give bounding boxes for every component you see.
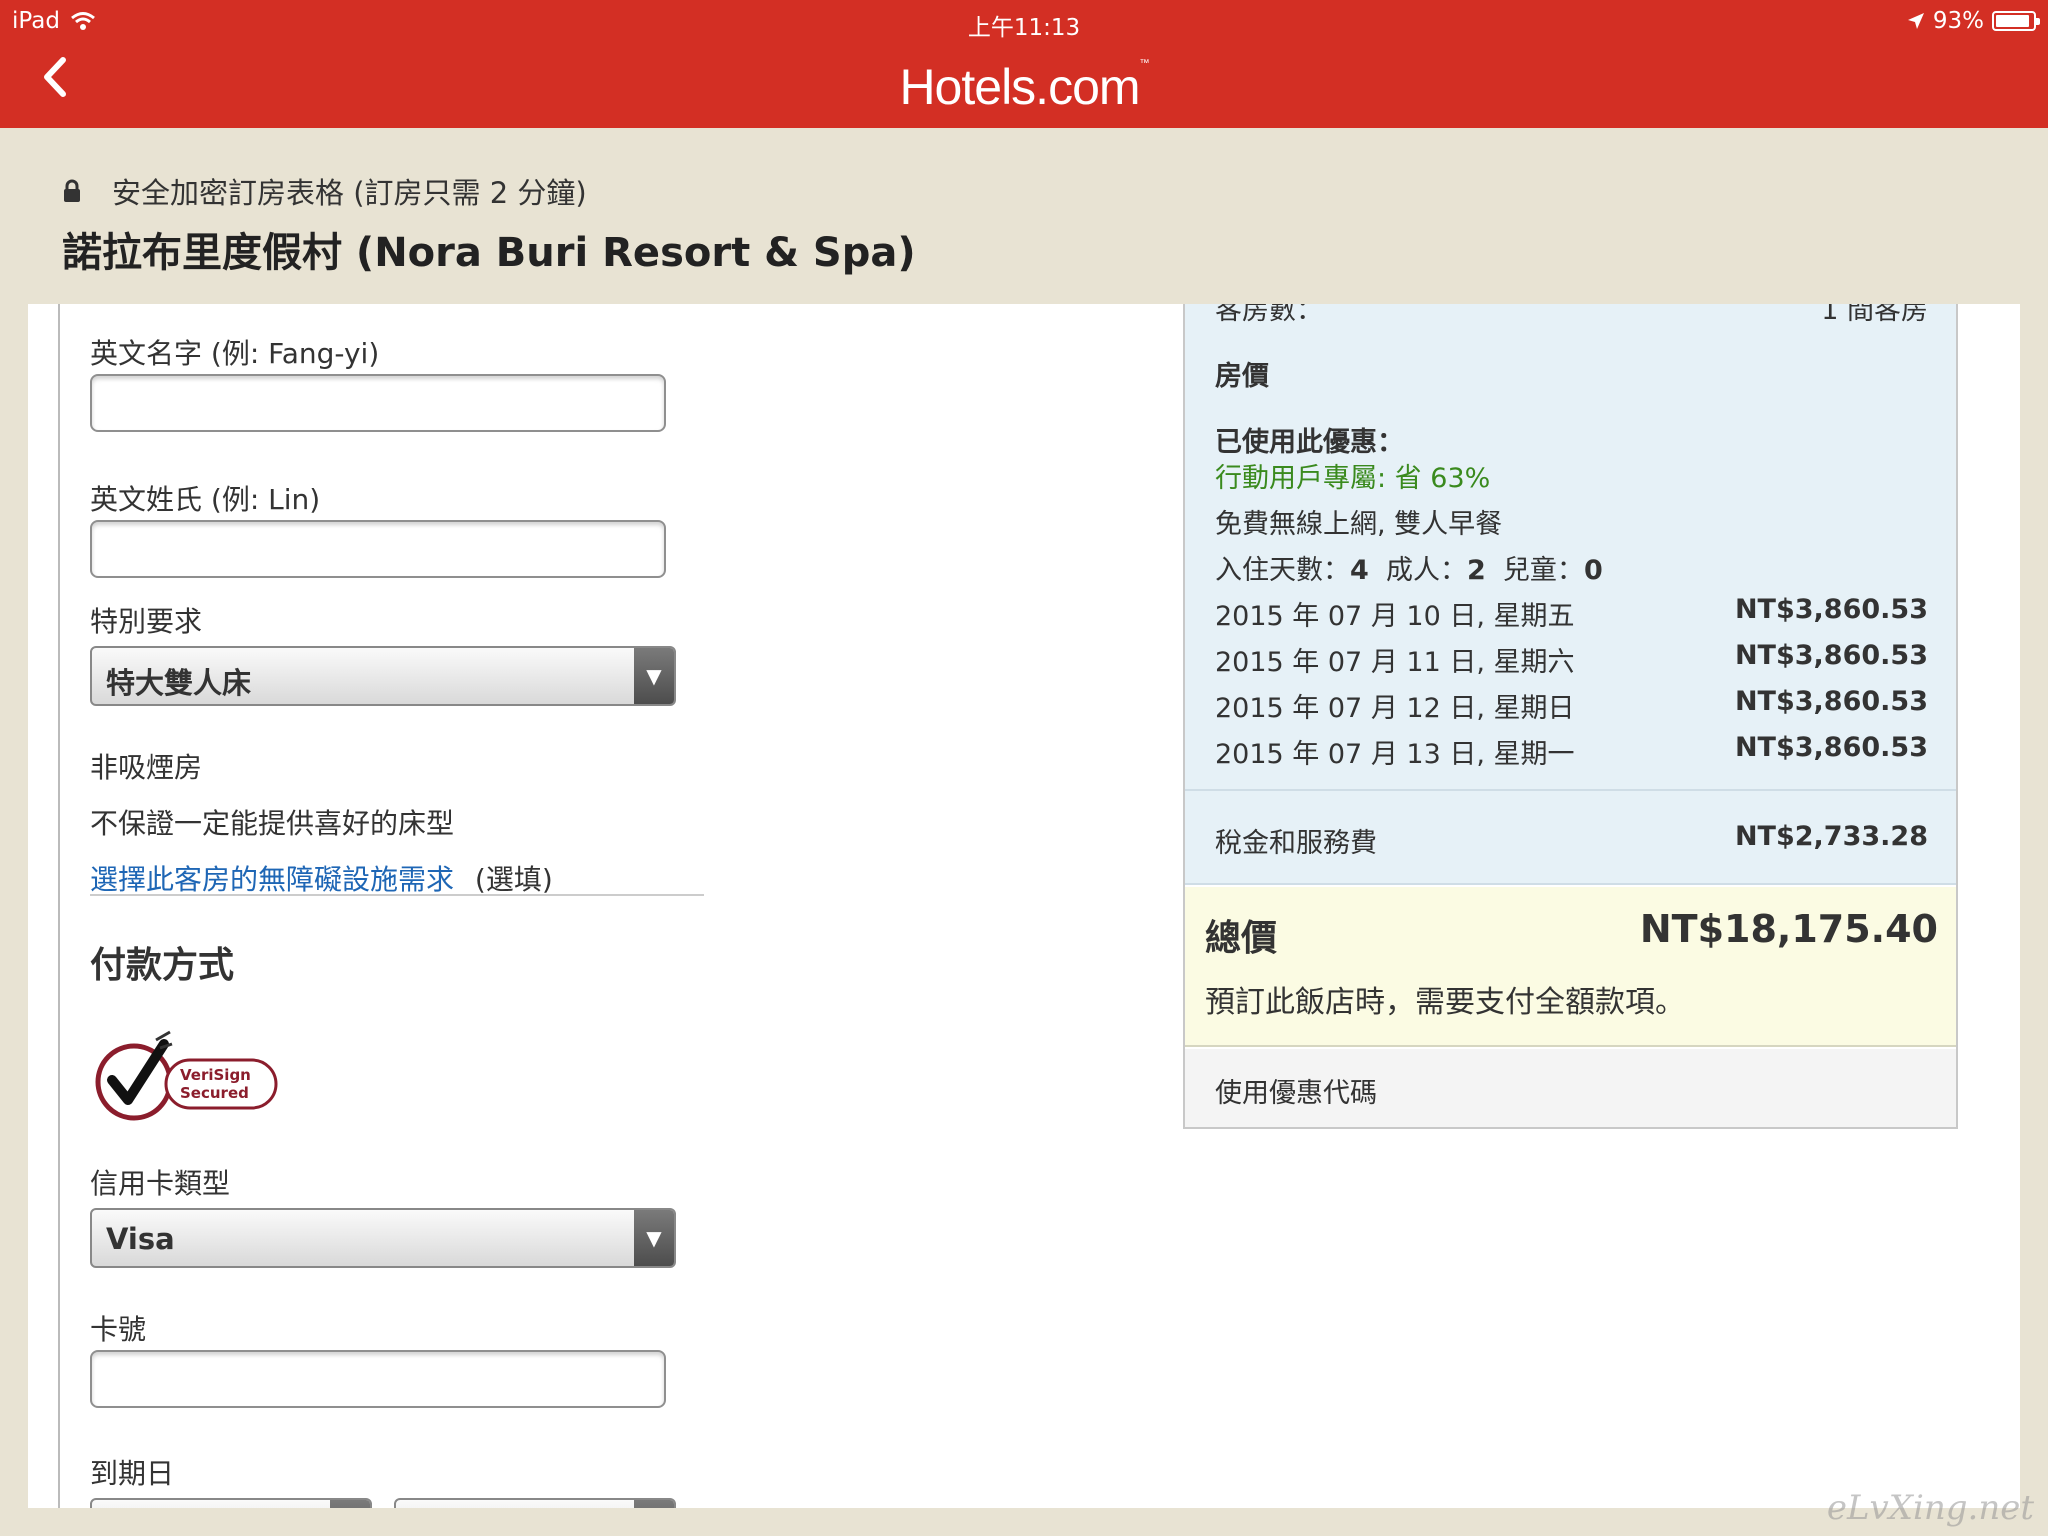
last-name-input[interactable]	[90, 520, 666, 578]
hotel-name: 諾拉布里度假村 (Nora Buri Resort & Spa)	[62, 230, 916, 276]
accessibility-link[interactable]: 選擇此客房的無障礙設施需求	[90, 863, 454, 896]
expiry-month-select[interactable]	[90, 1498, 372, 1508]
booking-panel: 英文名字 (例: Fang-yi) 英文姓氏 (例: Lin) 特別要求 特大雙…	[28, 304, 2020, 1508]
secure-form-text: 安全加密訂房表格 (訂房只需 2 分鐘)	[112, 176, 587, 210]
card-number-input[interactable]	[90, 1350, 666, 1408]
secure-form-line: 安全加密訂房表格 (訂房只需 2 分鐘)	[62, 170, 587, 212]
status-right: 93%	[1907, 8, 2040, 34]
watermark: eLvXing.net	[1826, 1488, 2034, 1528]
first-name-label: 英文名字 (例: Fang-yi)	[90, 337, 380, 370]
coupon-link[interactable]: 使用優惠代碼	[1215, 1071, 1377, 1110]
battery-fill	[1996, 15, 2029, 27]
last-name-label: 英文姓氏 (例: Lin)	[90, 483, 321, 516]
dropdown-arrow-icon	[634, 1500, 674, 1508]
total-section: 總價 NT$18,175.40 預訂此飯店時，需要支付全額款項。	[1185, 887, 1956, 1047]
night-price-1: NT$3,860.53	[1734, 594, 1928, 625]
location-arrow-icon	[1907, 13, 1924, 29]
room-price-label: 房價	[1215, 361, 1269, 392]
non-smoking-text: 非吸煙房	[90, 751, 203, 784]
special-request-select[interactable]: 特大雙人床 ▼	[90, 646, 676, 706]
promo-name: 行動用戶專屬: 省 63%	[1215, 463, 1491, 494]
night-date-1: 2015 年 07 月 10 日, 星期五	[1215, 601, 1575, 632]
total-label: 總價	[1205, 918, 1278, 959]
status-time: 上午11:13	[967, 15, 1081, 41]
expiry-year-select[interactable]	[394, 1498, 676, 1508]
hotels-logo: Hotels.com™	[899, 58, 1149, 115]
amenities-text: 免費無線上網, 雙人早餐	[1215, 509, 1503, 540]
battery-icon	[1992, 11, 2040, 31]
verisign-seal: VeriSign Secured	[94, 1030, 284, 1126]
tax-label: 稅金和服務費	[1215, 828, 1377, 859]
verisign-line1: VeriSign	[180, 1066, 251, 1084]
card-type-value: Visa	[106, 1222, 175, 1256]
bed-disclaimer: 不保證一定能提供喜好的床型	[90, 807, 455, 840]
stay-details: 入住天數：4 成人：2 兒童：0	[1215, 555, 1603, 586]
total-value: NT$18,175.40	[1639, 907, 1938, 951]
night-price-3: NT$3,860.53	[1734, 686, 1928, 717]
payment-note: 預訂此飯店時，需要支付全額款項。	[1205, 985, 1685, 1020]
dropdown-arrow-icon: ▼	[634, 648, 674, 704]
verisign-line2: Secured	[180, 1084, 249, 1102]
coupon-row: 使用優惠代碼	[1185, 1049, 1956, 1127]
special-request-value: 特大雙人床	[106, 666, 252, 700]
dropdown-arrow-icon	[330, 1500, 370, 1508]
card-number-label: 卡號	[90, 1313, 147, 1346]
dropdown-arrow-icon: ▼	[634, 1210, 674, 1266]
divider	[90, 894, 704, 896]
tax-row: 稅金和服務費 NT$2,733.28	[1185, 789, 1956, 885]
room-price-section: 客房數： 1 間客房 房價 已使用此優惠： 行動用戶專屬: 省 63% 免費無線…	[1185, 304, 1956, 789]
special-request-label: 特別要求	[90, 605, 203, 638]
card-type-label: 信用卡類型	[90, 1167, 231, 1200]
top-bar: iPad 上午11:13 93% Hotels.com™	[0, 0, 2048, 128]
rooms-label: 客房數：	[1215, 304, 1323, 326]
price-summary: 客房數： 1 間客房 房價 已使用此優惠： 行動用戶專屬: 省 63% 免費無線…	[1183, 304, 1958, 1129]
card-type-select[interactable]: Visa ▼	[90, 1208, 676, 1268]
expiry-label: 到期日	[90, 1457, 175, 1490]
night-date-3: 2015 年 07 月 12 日, 星期日	[1215, 693, 1575, 724]
night-price-2: NT$3,860.53	[1734, 640, 1928, 671]
payment-title: 付款方式	[90, 945, 235, 986]
night-date-2: 2015 年 07 月 11 日, 星期六	[1215, 647, 1575, 678]
lock-icon	[64, 179, 80, 202]
battery-percent: 93%	[1932, 8, 1984, 34]
accessibility-row: 選擇此客房的無障礙設施需求 (選填)	[90, 858, 553, 898]
optional-text: (選填)	[474, 863, 553, 896]
night-date-4: 2015 年 07 月 13 日, 星期一	[1215, 739, 1575, 770]
rooms-value: 1 間客房	[1821, 304, 1928, 326]
promo-applied-label: 已使用此優惠：	[1215, 427, 1404, 458]
first-name-input[interactable]	[90, 374, 666, 432]
tax-value: NT$2,733.28	[1734, 821, 1928, 852]
night-price-4: NT$3,860.53	[1734, 732, 1928, 763]
